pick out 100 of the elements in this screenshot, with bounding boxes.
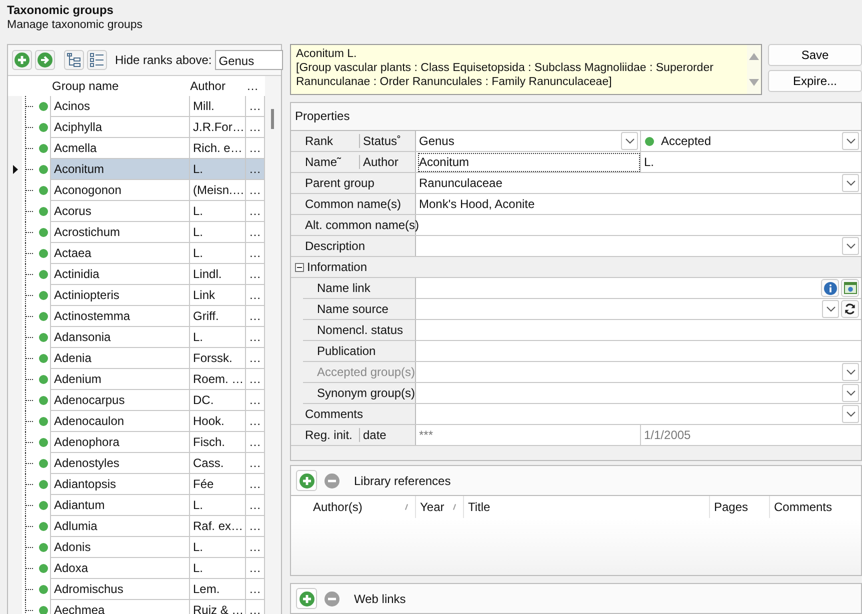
value-field[interactable]: Ranunculaceae bbox=[418, 176, 842, 190]
tree-row[interactable]: Actiniopteris Link … bbox=[8, 285, 265, 306]
field-label: Author bbox=[362, 155, 398, 170]
table-cell: DC. bbox=[190, 390, 246, 411]
tree-row[interactable]: Adoxa L. … bbox=[8, 558, 265, 579]
status-dot bbox=[39, 291, 48, 300]
table-cell: Adenophora bbox=[50, 432, 190, 453]
tree-row[interactable]: Adansonia L. … bbox=[8, 327, 265, 348]
browser-button[interactable] bbox=[841, 279, 859, 298]
value-field[interactable]: L. bbox=[643, 155, 861, 170]
page-subtitle: Manage taxonomic groups bbox=[7, 19, 144, 31]
status-dot bbox=[39, 459, 48, 468]
tree-row[interactable]: Actinostemma Griff. … bbox=[8, 306, 265, 327]
tree-row[interactable]: Adenophora Fisch. … bbox=[8, 432, 265, 453]
tree-row[interactable]: Adiantopsis Fée … bbox=[8, 474, 265, 495]
field-label: Rank bbox=[305, 134, 360, 148]
tree-row[interactable]: Aconogonon (Meisn.… … bbox=[8, 180, 265, 201]
tree-row[interactable]: Adenostyles Cass. … bbox=[8, 453, 265, 474]
tree-row[interactable]: Adlumia Raf. ex… … bbox=[8, 516, 265, 537]
add-button[interactable] bbox=[296, 588, 317, 610]
tree-row[interactable]: Adromischus Lem. … bbox=[8, 579, 265, 600]
table-cell: Forssk. bbox=[190, 348, 246, 369]
tree-row[interactable]: Acrostichum L. … bbox=[8, 222, 265, 243]
dropdown-button[interactable] bbox=[842, 132, 859, 150]
field-label: Name link bbox=[317, 281, 370, 296]
action-button[interactable]: Save bbox=[768, 44, 862, 66]
chevron-down-icon bbox=[846, 138, 856, 144]
value-field[interactable]: Monk's Hood, Aconite bbox=[418, 197, 861, 212]
table-cell: Adlumia bbox=[50, 516, 190, 537]
tree-view-button[interactable] bbox=[64, 50, 84, 70]
table-cell: Roem. … bbox=[190, 369, 246, 390]
tree-row[interactable]: Acorus L. … bbox=[8, 201, 265, 222]
add-icon bbox=[14, 52, 30, 68]
status-dot bbox=[39, 207, 48, 216]
dropdown-button[interactable] bbox=[842, 174, 859, 192]
table-cell: Fée bbox=[190, 474, 246, 495]
add-button[interactable] bbox=[296, 470, 317, 492]
add-button[interactable] bbox=[12, 50, 32, 70]
chevron-down-icon bbox=[846, 180, 856, 186]
add-icon bbox=[298, 472, 314, 489]
column-header[interactable]: … bbox=[244, 76, 265, 96]
dropdown-button[interactable] bbox=[621, 132, 638, 150]
status-dot bbox=[39, 585, 48, 594]
column-header[interactable]: Author bbox=[188, 76, 245, 96]
status-dot bbox=[39, 417, 48, 426]
rank-field[interactable]: Genus bbox=[214, 50, 283, 70]
table-cell: Raf. ex… bbox=[190, 516, 246, 537]
list-view-button[interactable] bbox=[87, 50, 107, 70]
field-label: Alt. common name(s) bbox=[305, 218, 420, 232]
next-button[interactable] bbox=[35, 50, 55, 70]
table-cell: Adenocaulon bbox=[50, 411, 190, 432]
value-field[interactable]: 1/1/2005 bbox=[643, 428, 861, 442]
field-label: date bbox=[362, 428, 386, 442]
tree-row[interactable]: Actinidia Lindl. … bbox=[8, 264, 265, 285]
table-cell: Mill. bbox=[190, 96, 246, 117]
tree-row[interactable]: Adenium Roem. … … bbox=[8, 369, 265, 390]
tree-row[interactable]: Acinos Mill. … bbox=[8, 96, 265, 117]
table-cell: L. bbox=[190, 537, 246, 558]
column-header[interactable]: Group name bbox=[50, 76, 188, 96]
value-field[interactable]: *** bbox=[418, 428, 640, 442]
dropdown-button[interactable] bbox=[842, 384, 859, 402]
current-row-icon bbox=[12, 165, 18, 174]
chevron-down-icon bbox=[846, 369, 856, 376]
info-button[interactable] bbox=[821, 279, 839, 298]
browser-window-icon bbox=[844, 282, 856, 294]
value-field[interactable]: Aconitum bbox=[418, 152, 640, 172]
table-cell: Aciphylla bbox=[50, 117, 190, 138]
dropdown-button[interactable] bbox=[842, 237, 859, 256]
value-field[interactable]: Accepted bbox=[660, 134, 842, 148]
dropdown-button[interactable] bbox=[842, 405, 859, 424]
dropdown-button[interactable] bbox=[822, 300, 839, 318]
table-cell: Aechmea bbox=[50, 600, 190, 614]
tree-row[interactable]: Adiantum L. … bbox=[8, 495, 265, 516]
refresh-button[interactable] bbox=[841, 300, 859, 318]
status-dot bbox=[39, 312, 48, 321]
chevron-down-icon bbox=[846, 390, 856, 396]
sort-icon bbox=[453, 504, 456, 510]
field-label: Publication bbox=[317, 344, 376, 358]
collapse-icon[interactable] bbox=[295, 262, 304, 272]
hide-ranks-label: Hide ranks above: bbox=[115, 53, 212, 67]
status-dot bbox=[39, 270, 48, 279]
action-button[interactable]: Expire... bbox=[768, 70, 862, 92]
field-label: Status˚ bbox=[362, 134, 402, 148]
table-cell: Actiniopteris bbox=[50, 285, 190, 306]
tree-row[interactable]: Adenocaulon Hook. … bbox=[8, 411, 265, 432]
tree-row[interactable]: Aconitum L. … bbox=[8, 159, 265, 180]
table-cell: Actinostemma bbox=[50, 306, 190, 327]
scrollbar-thumb[interactable] bbox=[271, 109, 274, 129]
tree-row[interactable]: Actaea L. … bbox=[8, 243, 265, 264]
column-header[interactable]: Author(s) bbox=[309, 496, 415, 518]
value-field[interactable]: Genus bbox=[418, 134, 621, 148]
field-label: Reg. init. bbox=[305, 428, 360, 442]
tree-row[interactable]: Adenia Forssk. … bbox=[8, 348, 265, 369]
field-label: Parent group bbox=[305, 176, 374, 190]
tree-row[interactable]: Aechmea Ruiz & … … bbox=[8, 600, 265, 614]
add-icon bbox=[298, 590, 314, 607]
tree-row[interactable]: Aciphylla J.R.For… … bbox=[8, 117, 265, 138]
tree-row[interactable]: Adonis L. … bbox=[8, 537, 265, 558]
table-cell: Acinos bbox=[50, 96, 190, 117]
tree-row[interactable]: Adenocarpus DC. … bbox=[8, 390, 265, 411]
